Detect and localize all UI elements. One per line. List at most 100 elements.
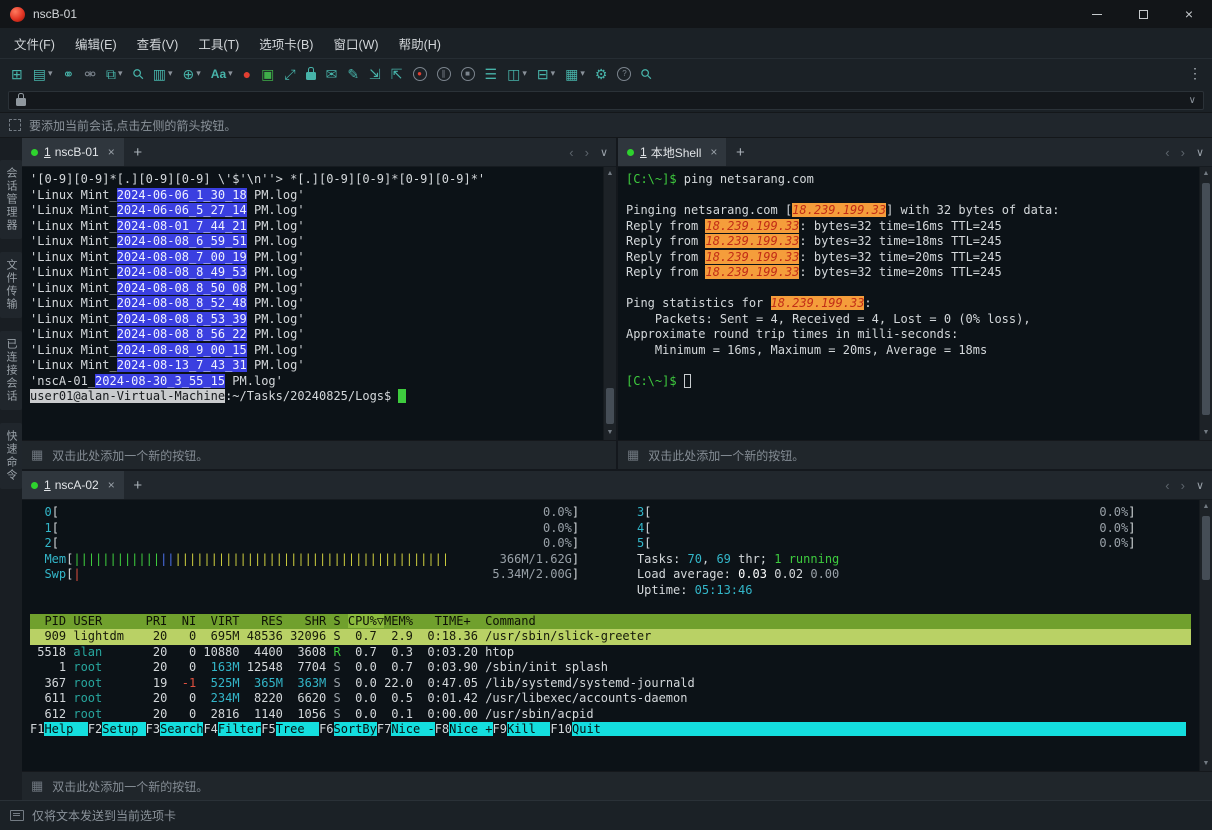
- zoom-icon: ⚲: [638, 65, 655, 82]
- new-session-icon[interactable]: ⊞: [6, 65, 28, 83]
- tab-close-icon[interactable]: ×: [108, 145, 115, 159]
- quick-button-bar[interactable]: ▦ 双击此处添加一个新的按钮。: [618, 440, 1212, 469]
- settings-gear-icon[interactable]: ⚙: [590, 65, 613, 83]
- quick-button-bar[interactable]: ▦ 双击此处添加一个新的按钮。: [22, 440, 616, 469]
- dropdown-caret-icon[interactable]: ▾: [228, 68, 233, 79]
- dropdown-caret-icon[interactable]: ▾: [580, 68, 585, 79]
- menu-item[interactable]: 文件(F): [4, 29, 65, 58]
- split-vertical-icon[interactable]: ⊟▾: [532, 65, 560, 83]
- terminal-line: Reply from 18.239.199.33: bytes=32 time=…: [626, 265, 1191, 281]
- zoom-icon[interactable]: ⚲: [636, 65, 656, 83]
- new-tab-button[interactable]: +: [125, 138, 151, 166]
- sidebar-pane-tab[interactable]: 文件传输: [0, 252, 22, 318]
- connect-icon[interactable]: ⚭: [58, 65, 80, 83]
- lock-icon[interactable]: [301, 66, 321, 82]
- export-icon[interactable]: ⇱: [386, 65, 408, 83]
- toolbar-overflow-icon[interactable]: ⋮: [1188, 65, 1206, 82]
- open-folder-icon[interactable]: ▤▾: [28, 65, 58, 83]
- tab-close-icon[interactable]: ×: [710, 145, 717, 159]
- help-icon[interactable]: ?: [612, 65, 636, 83]
- scrollbar-thumb[interactable]: [1202, 183, 1210, 415]
- scroll-up-icon[interactable]: ▲: [1200, 500, 1212, 514]
- pause-icon[interactable]: ∥: [432, 65, 456, 83]
- sidebar-pane-tab[interactable]: 会话管理器: [0, 160, 22, 239]
- scrollbar-thumb[interactable]: [606, 388, 614, 424]
- scrollbar-thumb[interactable]: [1202, 516, 1210, 580]
- scroll-down-icon[interactable]: ▼: [604, 426, 616, 440]
- tab-scroll-left-icon[interactable]: ‹: [569, 145, 573, 160]
- dropdown-caret-icon[interactable]: ▾: [196, 68, 201, 79]
- arrange-tabs-icon[interactable]: ▥▾: [148, 65, 178, 83]
- terminal-output[interactable]: 0[ 0.0%] 3[ 0.0%] 1[: [22, 500, 1199, 771]
- menu-item[interactable]: 查看(V): [127, 29, 189, 58]
- disconnect-icon[interactable]: ⚮: [79, 65, 101, 83]
- dropdown-caret-icon[interactable]: ▾: [118, 68, 123, 79]
- record-icon[interactable]: ●: [408, 65, 432, 83]
- maximize-button[interactable]: [1120, 0, 1166, 28]
- dropdown-caret-icon[interactable]: ▾: [551, 68, 556, 79]
- highlight-pen-icon[interactable]: ✎: [342, 65, 364, 83]
- tab-list-dropdown-icon[interactable]: ∨: [1196, 146, 1204, 159]
- window-title: nscB-01: [33, 7, 77, 21]
- scrollbar[interactable]: ▲ ▼: [1199, 167, 1212, 440]
- new-tab-button[interactable]: +: [727, 138, 753, 166]
- stop-icon[interactable]: ■: [456, 65, 480, 83]
- menu-item[interactable]: 窗口(W): [323, 29, 388, 58]
- font-icon[interactable]: Aa▾: [206, 66, 238, 82]
- scroll-up-icon[interactable]: ▲: [1200, 167, 1212, 181]
- scrollbar[interactable]: ▲ ▼: [603, 167, 616, 440]
- split-horizontal-icon[interactable]: ◫▾: [502, 65, 532, 83]
- scroll-up-icon[interactable]: ▲: [604, 167, 616, 181]
- scrollbar-track[interactable]: [1200, 514, 1212, 757]
- scroll-down-icon[interactable]: ▼: [1200, 757, 1212, 771]
- address-input[interactable]: ∨: [8, 91, 1204, 110]
- menu-item[interactable]: 编辑(E): [65, 29, 127, 58]
- sidebar-pane-tab[interactable]: 快速命令: [0, 423, 22, 489]
- encoding-globe-icon[interactable]: ⊕▾: [178, 65, 206, 83]
- session-tab[interactable]: 1 nscB-01 ×: [22, 138, 124, 166]
- tab-list-dropdown-icon[interactable]: ∨: [600, 146, 608, 159]
- dropdown-caret-icon[interactable]: ▾: [522, 68, 527, 79]
- fullscreen-icon[interactable]: ⤢: [279, 65, 300, 83]
- menu-item[interactable]: 帮助(H): [389, 29, 451, 58]
- dropdown-caret-icon[interactable]: ▾: [48, 68, 53, 79]
- properties-icon[interactable]: ☰: [480, 65, 503, 83]
- import-icon[interactable]: ⇲: [364, 65, 386, 83]
- tab-list-dropdown-icon[interactable]: ∨: [1196, 479, 1204, 492]
- tab-close-icon[interactable]: ×: [108, 478, 115, 492]
- tab-scroll-left-icon[interactable]: ‹: [1165, 145, 1169, 160]
- quick-button-bar[interactable]: ▦ 双击此处添加一个新的按钮。: [22, 771, 1212, 800]
- terminal-line: 909 lightdm 20 0 695M 48536 32096 S 0.7 …: [30, 629, 1191, 645]
- tab-scroll-left-icon[interactable]: ‹: [1165, 478, 1169, 493]
- scrollbar[interactable]: ▲ ▼: [1199, 500, 1212, 771]
- maximize-icon: [1139, 10, 1148, 19]
- address-dropdown-icon[interactable]: ∨: [1189, 95, 1196, 106]
- stop-icon: ■: [461, 67, 475, 81]
- tab-label: nscA-02: [55, 478, 99, 492]
- new-terminal-icon[interactable]: ⧉▾: [101, 65, 128, 83]
- session-tab[interactable]: 1 本地Shell ×: [618, 138, 726, 166]
- dropdown-caret-icon[interactable]: ▾: [168, 68, 173, 79]
- session-tab[interactable]: 1 nscA-02 ×: [22, 471, 124, 499]
- menu-item[interactable]: 选项卡(B): [249, 29, 323, 58]
- xagent-icon[interactable]: ▣: [256, 65, 279, 83]
- terminal-output[interactable]: '[0-9][0-9]*[.][0-9][0-9] \'$'\n''> *[.]…: [22, 167, 603, 440]
- minimize-button[interactable]: [1074, 0, 1120, 28]
- scrollbar-track[interactable]: [1200, 181, 1212, 426]
- grid-layout-icon[interactable]: ▦▾: [560, 65, 590, 83]
- menu-item[interactable]: 工具(T): [188, 29, 249, 58]
- close-button[interactable]: ×: [1166, 0, 1212, 28]
- tab-scroll-right-icon[interactable]: ›: [1181, 145, 1185, 160]
- find-icon[interactable]: ⚲: [128, 65, 148, 83]
- scrollbar-track[interactable]: [604, 181, 616, 426]
- sidebar-pane-tab[interactable]: 已连接会话: [0, 331, 22, 410]
- compose-icon[interactable]: ✉: [321, 65, 343, 83]
- xshell-ball-icon[interactable]: ●: [238, 65, 256, 83]
- terminal-line: Pinging netsarang.com [18.239.199.33] wi…: [626, 203, 1191, 219]
- terminal-output[interactable]: [C:\~]$ ping netsarang.com Pinging netsa…: [618, 167, 1199, 440]
- tab-scroll-right-icon[interactable]: ›: [1181, 478, 1185, 493]
- scroll-down-icon[interactable]: ▼: [1200, 426, 1212, 440]
- new-tab-button[interactable]: +: [125, 471, 151, 499]
- tab-scroll-right-icon[interactable]: ›: [585, 145, 589, 160]
- split-vertical-icon: ⊟: [537, 67, 549, 81]
